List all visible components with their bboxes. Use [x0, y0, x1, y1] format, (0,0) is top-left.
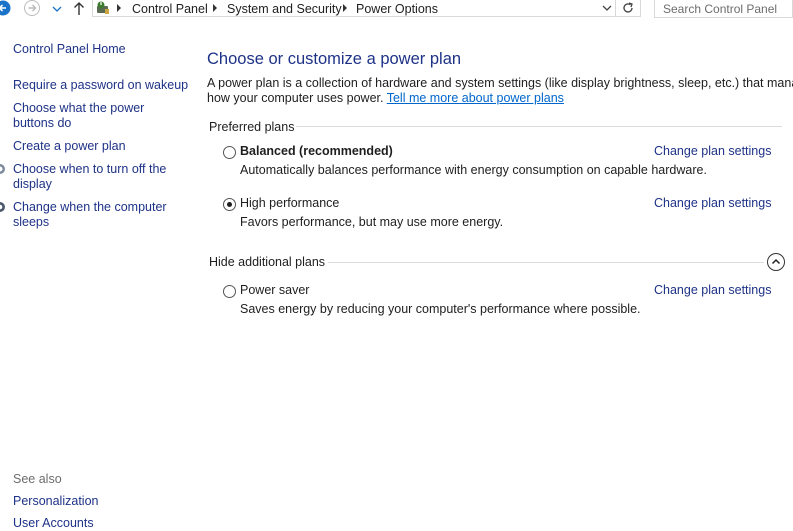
breadcrumb-control-panel[interactable]: Control Panel — [132, 2, 208, 16]
task-label: Create a power plan — [13, 139, 126, 153]
power-saver-radio[interactable] — [223, 285, 236, 298]
balanced-plan-description: Automatically balances performance with … — [240, 163, 707, 177]
description-text: how your computer uses power. — [207, 91, 384, 105]
power-options-icon — [95, 0, 111, 19]
recent-dropdown-icon — [52, 6, 62, 12]
see-also-heading: See also — [13, 472, 62, 486]
personalization-link[interactable]: Personalization — [13, 494, 98, 509]
power-saver-change-settings-link[interactable]: Change plan settings — [654, 283, 771, 297]
turn-off-display-link[interactable]: Choose when to turn off the display — [13, 162, 166, 192]
hide-additional-plans-header[interactable]: Hide additional plans — [209, 255, 325, 269]
task-label: sleeps — [13, 215, 50, 229]
power-buttons-link[interactable]: Choose what the power buttons do — [13, 101, 144, 131]
shield-icon — [0, 201, 6, 218]
page-title: Choose or customize a power plan — [207, 50, 462, 68]
high-performance-change-settings-link[interactable]: Change plan settings — [654, 196, 771, 210]
power-saver-plan-name[interactable]: Power saver — [240, 283, 309, 297]
back-button[interactable] — [0, 0, 12, 18]
task-label: Choose when to turn off the — [13, 162, 167, 176]
refresh-icon — [623, 2, 633, 13]
breadcrumb-system-and-security[interactable]: System and Security — [227, 2, 342, 16]
balanced-radio[interactable] — [223, 146, 236, 159]
computer-sleeps-link[interactable]: Change when the computer sleeps — [13, 200, 167, 230]
up-arrow-icon — [74, 2, 84, 15]
tell-me-more-link[interactable]: Tell me more about power plans — [387, 91, 564, 105]
task-label: Require a password on wakeup — [13, 78, 189, 92]
description-text: A power plan is a collection of hardware… — [207, 76, 793, 90]
task-label: display — [13, 177, 52, 191]
collapse-chevron-icon — [771, 258, 781, 265]
forward-arrow-icon — [24, 0, 40, 16]
require-password-link[interactable]: Require a password on wakeup — [13, 78, 188, 93]
balanced-change-settings-link[interactable]: Change plan settings — [654, 144, 771, 158]
breadcrumb-separator[interactable] — [343, 4, 347, 12]
control-panel-home-link[interactable]: Control Panel Home — [13, 42, 126, 57]
power-saver-plan-description: Saves energy by reducing your computer's… — [240, 302, 641, 316]
task-label: buttons do — [13, 116, 72, 130]
section-divider — [296, 126, 782, 127]
radio-selected-dot — [227, 202, 232, 207]
breadcrumb-separator[interactable] — [117, 4, 121, 12]
up-button[interactable] — [70, 0, 88, 18]
high-performance-plan-description: Favors performance, but may use more ene… — [240, 215, 504, 229]
breadcrumb-separator[interactable] — [213, 4, 217, 12]
navigation-bar: Control Panel System and Security Power … — [0, 0, 793, 18]
address-dropdown-icon — [602, 5, 612, 11]
section-divider — [328, 262, 764, 263]
balanced-plan-name[interactable]: Balanced (recommended) — [240, 144, 393, 158]
preferred-plans-header: Preferred plans — [209, 120, 295, 134]
shield-icon — [0, 163, 6, 180]
task-label: Change when the computer — [13, 200, 167, 214]
description-text-line2: how your computer uses power. Tell me mo… — [207, 91, 564, 106]
breadcrumb-power-options[interactable]: Power Options — [356, 2, 438, 16]
address-dropdown-button[interactable] — [601, 2, 613, 17]
create-power-plan-link[interactable]: Create a power plan — [13, 139, 126, 154]
recent-locations-button[interactable] — [48, 0, 66, 18]
task-label: Choose what the power — [13, 101, 145, 115]
high-performance-radio[interactable] — [223, 198, 236, 211]
forward-button[interactable] — [23, 0, 41, 18]
search-box[interactable] — [654, 0, 793, 18]
address-bar[interactable]: Control Panel System and Security Power … — [92, 0, 641, 17]
collapse-button[interactable] — [767, 253, 785, 271]
back-arrow-icon — [0, 0, 11, 16]
high-performance-plan-name[interactable]: High performance — [240, 196, 339, 210]
search-input[interactable] — [655, 0, 791, 17]
divider — [615, 0, 616, 17]
refresh-button[interactable] — [621, 1, 635, 18]
